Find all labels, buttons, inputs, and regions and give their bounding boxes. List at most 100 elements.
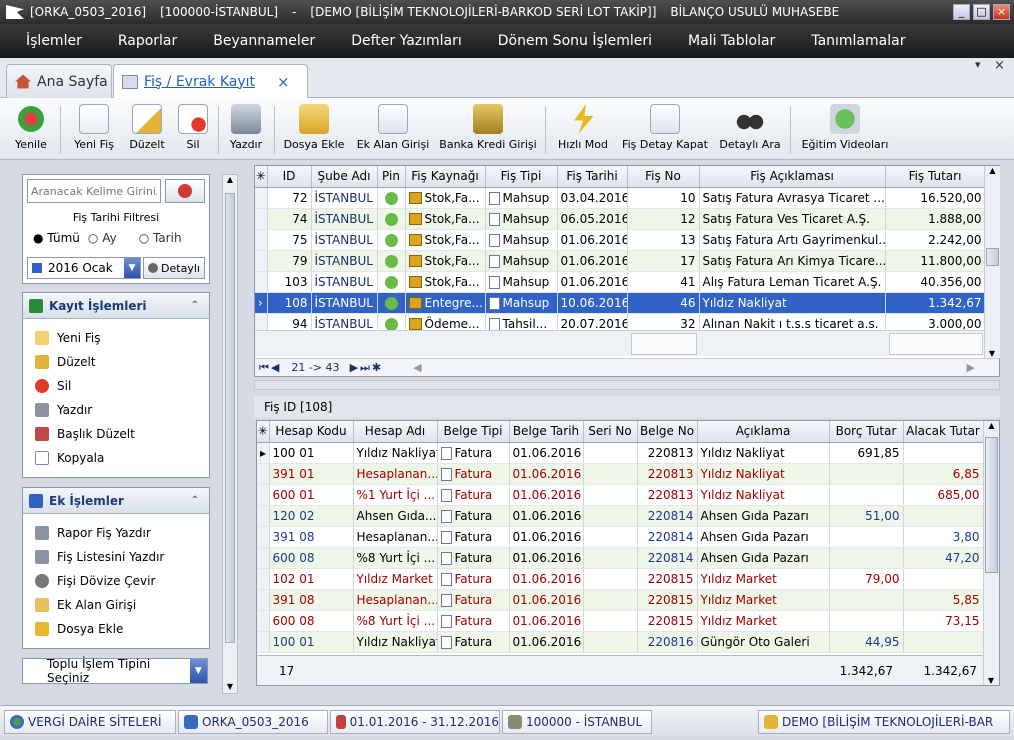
col-kaynak[interactable]: Fiş Kaynağı — [405, 166, 486, 188]
col-tutar[interactable]: Fiş Tutarı — [885, 166, 986, 188]
col-aciklama[interactable]: Açıklama — [697, 421, 830, 443]
entry-row[interactable]: 600 08 %8 Yurt İçi ... Fatura 01.06.2016 220… — [257, 547, 984, 569]
status-period[interactable]: 01.01.2016 - 31.12.2016 — [330, 710, 500, 734]
kayit-islemleri-header[interactable]: Kayıt İşlemleri ⌃ — [23, 293, 209, 319]
col-aciklama[interactable]: Fiş Açıklaması — [699, 166, 886, 188]
entry-row[interactable]: 391 08 Hesaplanan... Fatura 01.06.2016 22081… — [257, 526, 984, 548]
menu-beyannameler[interactable]: Beyannameler — [213, 33, 315, 49]
scroll-thumb[interactable] — [986, 248, 999, 266]
menu-mali-tablolar[interactable]: Mali Tablolar — [688, 33, 775, 49]
tab-fis-evrak-kayit[interactable]: Fiş / Evrak Kayıt × — [113, 64, 308, 98]
radio-date[interactable]: ○ Tarih — [139, 231, 182, 245]
side-new-voucher[interactable]: Yeni Fiş — [35, 331, 101, 345]
menu-raporlar[interactable]: Raporlar — [118, 33, 177, 49]
col-no[interactable]: Fiş No — [627, 166, 700, 188]
voucher-row[interactable]: › 108 İSTANBUL Entegre... Mahsup 10.06.2016 46… — [255, 292, 986, 314]
col-hesap-adi[interactable]: Hesap Adı — [353, 421, 438, 443]
menu-donem-sonu[interactable]: Dönem Sonu İşlemleri — [498, 33, 652, 49]
close-detail-button[interactable]: Fiş Detay Kapat — [620, 102, 710, 158]
training-videos-button[interactable]: Eğitim Videoları — [798, 102, 892, 158]
col-sube[interactable]: Şube Adı — [311, 166, 378, 188]
delete-button[interactable]: Sil — [174, 102, 212, 158]
search-button[interactable] — [165, 179, 205, 203]
left-panel-scrollbar[interactable]: ▲ ▼ — [222, 174, 238, 694]
print-button[interactable]: Yazdır — [224, 102, 268, 158]
add-file-button[interactable]: Dosya Ekle — [282, 102, 346, 158]
month-select[interactable]: 2016 Ocak ▼ — [27, 257, 141, 279]
bank-credit-button[interactable]: Banka Kredi Girişi — [438, 102, 538, 158]
tab-list-icon[interactable]: ▾ — [975, 58, 981, 71]
status-tax-office[interactable]: VERGİ DAİRE SİTELERİ — [4, 710, 176, 734]
search-input[interactable] — [27, 179, 161, 203]
tab-ana-sayfa[interactable]: Ana Sayfa — [6, 64, 112, 98]
nav-first-prev-icon[interactable]: ⏮◀ — [259, 361, 281, 375]
scroll-up-icon[interactable]: ▲ — [223, 175, 237, 191]
col-tip[interactable]: Fiş Tipi — [485, 166, 558, 188]
collapse-icon[interactable]: ⌃ — [191, 495, 199, 506]
col-belge-tarih[interactable]: Belge Tarih — [509, 421, 584, 443]
grid-splitter[interactable] — [254, 380, 1000, 390]
col-belge-no[interactable]: Belge No — [637, 421, 698, 443]
entry-row[interactable]: 391 01 Hesaplanan... Fatura 01.06.2016 22081… — [257, 463, 984, 485]
scroll-up-icon[interactable]: ▲ — [985, 166, 1000, 182]
col-borc[interactable]: Borç Tutar — [829, 421, 904, 443]
status-company[interactable]: DEMO [BİLİŞİM TEKNOLOJİLERİ-BAR — [758, 710, 1010, 734]
entry-row[interactable]: 391 08 Hesaplanan... Fatura 01.06.2016 22081… — [257, 589, 984, 611]
side-report-print[interactable]: Rapor Fiş Yazdır — [35, 526, 151, 540]
side-currency-convert[interactable]: Fişi Dövize Çevir — [35, 574, 155, 588]
scroll-up-icon[interactable]: ▲ — [984, 421, 999, 437]
status-database[interactable]: ORKA_0503_2016 — [178, 710, 328, 734]
minimize-button[interactable]: _ — [953, 4, 970, 20]
voucher-row[interactable]: 74 İSTANBUL Stok,Fa... Mahsup 06.05.2016 12 Sa… — [255, 208, 986, 230]
entry-row[interactable]: 600 01 %1 Yurt İçi ... Fatura 01.06.2016 220… — [257, 484, 984, 506]
close-all-tabs-icon[interactable]: × — [994, 58, 1005, 73]
voucher-row[interactable]: 72 İSTANBUL Stok,Fa... Mahsup 03.04.2016 10 Sa… — [255, 187, 986, 209]
collapse-icon[interactable]: ⌃ — [191, 300, 199, 311]
nav-next-last-icon[interactable]: ▶⏭✱ — [350, 361, 384, 375]
radio-month[interactable]: ○ Ay — [88, 231, 117, 245]
voucher-row[interactable]: 103 İSTANBUL Stok,Fa... Mahsup 01.06.2016 41 A… — [255, 271, 986, 293]
entry-row[interactable]: 100 01 Yıldız Nakliyat Fatura 01.06.2016 220… — [257, 631, 984, 653]
new-voucher-button[interactable]: Yeni Fiş — [68, 102, 120, 158]
extra-field-button[interactable]: Ek Alan Girişi — [354, 102, 432, 158]
bulk-operation-select[interactable]: Toplu İşlem Tipini Seçiniz ▼ — [22, 657, 208, 685]
menu-defter-yazimlari[interactable]: Defter Yazımları — [351, 33, 462, 49]
voucher-row[interactable]: 75 İSTANBUL Stok,Fa... Mahsup 01.06.2016 13 Sa… — [255, 229, 986, 251]
radio-all[interactable]: ● Tümü — [33, 231, 80, 245]
menu-tanimlamalar[interactable]: Tanımlamalar — [811, 33, 905, 49]
col-seri-no[interactable]: Seri No — [583, 421, 638, 443]
scroll-down-icon[interactable]: ▼ — [985, 349, 999, 358]
voucher-grid-scrollbar[interactable]: ▲ ▼ — [984, 166, 1000, 358]
menu-islemler[interactable]: İşlemler — [26, 33, 82, 49]
status-branch[interactable]: 100000 - İSTANBUL — [502, 710, 652, 734]
edit-button[interactable]: Düzelt — [124, 102, 170, 158]
scroll-thumb[interactable] — [985, 437, 998, 573]
entry-row[interactable]: 102 01 Yıldız Market Fatura 01.06.2016 22081… — [257, 568, 984, 590]
col-tarih[interactable]: Fiş Tarihi — [557, 166, 628, 188]
voucher-row[interactable]: 79 İSTANBUL Stok,Fa... Mahsup 01.06.2016 17 Sa… — [255, 250, 986, 272]
detail-filter-button[interactable]: Detaylı — [143, 257, 205, 279]
side-delete[interactable]: Sil — [35, 379, 71, 393]
ek-islemler-header[interactable]: Ek İşlemler ⌃ — [23, 488, 209, 514]
maximize-button[interactable]: □ — [973, 4, 990, 20]
detailed-search-button[interactable]: Detaylı Ara — [716, 102, 784, 158]
side-print[interactable]: Yazdır — [35, 403, 92, 417]
col-pin[interactable]: Pin — [377, 166, 406, 188]
side-extra-field[interactable]: Ek Alan Girişi — [35, 598, 136, 612]
fast-mode-button[interactable]: Hızlı Mod — [552, 102, 614, 158]
entry-row[interactable]: 600 08 %8 Yurt İçi ... Fatura 01.06.2016 220… — [257, 610, 984, 632]
entry-row[interactable]: 120 02 Ahsen Gıda... Fatura 01.06.2016 22081… — [257, 505, 984, 527]
scroll-down-icon[interactable]: ▼ — [223, 682, 237, 691]
side-edit[interactable]: Düzelt — [35, 355, 96, 369]
side-list-print[interactable]: Fiş Listesini Yazdır — [35, 550, 164, 564]
col-belge-tipi[interactable]: Belge Tipi — [437, 421, 510, 443]
col-hesap-kodu[interactable]: Hesap Kodu — [269, 421, 354, 443]
close-button[interactable]: × — [993, 4, 1010, 20]
tab-close-icon[interactable]: × — [277, 73, 290, 91]
entry-row[interactable]: ▸ 100 01 Yıldız Nakliyat Fatura 01.06.2016 22… — [257, 442, 984, 464]
col-alacak[interactable]: Alacak Tutar — [903, 421, 984, 443]
side-copy[interactable]: Kopyala — [35, 451, 104, 465]
side-add-file[interactable]: Dosya Ekle — [35, 622, 123, 636]
refresh-button[interactable]: Yenile — [8, 102, 54, 158]
scroll-left-icon[interactable]: ◀ — [413, 361, 421, 374]
